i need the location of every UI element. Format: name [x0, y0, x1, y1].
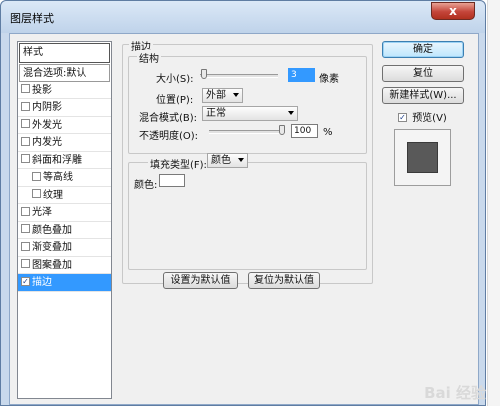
- checkmark-icon: ✓: [398, 112, 407, 122]
- position-label: 位置(P):: [156, 95, 194, 106]
- layer-style-dialog: 图层样式 x 样式 混合选项:默认投影内阴影外发光内发光斜面和浮雕等高线纹理光泽…: [0, 0, 486, 406]
- style-list-item-label: 投影: [32, 84, 52, 96]
- checkbox-icon[interactable]: [21, 119, 30, 128]
- position-value: 外部: [206, 90, 226, 101]
- style-list-item[interactable]: 投影: [18, 82, 111, 99]
- style-list-item-label: 图案叠加: [32, 259, 72, 271]
- style-list-item-label: 颜色叠加: [32, 224, 72, 236]
- chevron-down-icon: [288, 111, 294, 115]
- fill-type-select[interactable]: 颜色: [207, 153, 248, 168]
- chevron-down-icon: [238, 158, 244, 162]
- checkbox-checked-icon[interactable]: ✓: [21, 276, 30, 286]
- style-list-header[interactable]: 样式: [19, 43, 110, 63]
- style-list-item-label: 渐变叠加: [32, 242, 72, 253]
- color-label: 颜色:: [134, 180, 158, 191]
- color-swatch[interactable]: [159, 174, 185, 187]
- ok-button[interactable]: 确定: [382, 41, 464, 58]
- style-list-item[interactable]: 颜色叠加: [18, 222, 111, 239]
- new-style-button[interactable]: 新建样式(W)...: [382, 87, 464, 104]
- style-list-item-label: 外发光: [32, 119, 62, 131]
- style-list-item[interactable]: 混合选项:默认: [19, 64, 110, 82]
- dialog-body: 样式 混合选项:默认投影内阴影外发光内发光斜面和浮雕等高线纹理光泽颜色叠加渐变叠…: [9, 33, 479, 405]
- reset-label: 复位: [413, 68, 433, 79]
- preview-label: 预览(V): [412, 113, 447, 124]
- new-style-label: 新建样式(W)...: [389, 90, 457, 101]
- style-list-item[interactable]: ✓ 描边: [18, 274, 111, 292]
- style-list-item-label: 内阴影: [32, 102, 62, 113]
- checkbox-icon[interactable]: [21, 224, 30, 233]
- checkbox-icon[interactable]: [32, 189, 41, 198]
- blend-mode-value: 正常: [206, 108, 226, 119]
- blend-mode-label: 混合模式(B):: [139, 113, 198, 124]
- checkbox-icon[interactable]: [21, 101, 30, 111]
- size-label: 大小(S):: [156, 74, 194, 85]
- style-list-item-label: 混合选项:默认: [23, 68, 87, 79]
- opacity-value: 100: [294, 126, 312, 136]
- position-select[interactable]: 外部: [202, 88, 243, 103]
- structure-group-title: 结构: [137, 50, 161, 65]
- checkbox-icon[interactable]: [21, 136, 30, 146]
- size-input[interactable]: 3: [288, 68, 315, 82]
- size-value: 3: [291, 70, 297, 80]
- style-list-item-label: 斜面和浮雕: [32, 154, 82, 166]
- opacity-label: 不透明度(O):: [139, 131, 199, 142]
- style-list-item[interactable]: 渐变叠加: [18, 239, 111, 257]
- style-list-item[interactable]: 图案叠加: [18, 257, 111, 274]
- style-list-item[interactable]: 纹理: [18, 187, 111, 204]
- opacity-slider-track[interactable]: [209, 130, 285, 134]
- style-list-item-label: 光泽: [32, 207, 52, 218]
- style-list-item[interactable]: 斜面和浮雕: [18, 152, 111, 169]
- style-list-item-label: 内发光: [32, 137, 62, 148]
- style-list-item-label: 等高线: [43, 172, 73, 183]
- size-slider-thumb[interactable]: [201, 69, 207, 79]
- opacity-slider-thumb[interactable]: [279, 125, 285, 135]
- style-list-item-label: 纹理: [43, 189, 63, 201]
- stroke-group: 描边 结构 大小(S): 3 像素 位置(P): 外部 混合模式(B): 正常: [122, 38, 373, 284]
- checkbox-icon[interactable]: [21, 84, 30, 93]
- reset-default-button[interactable]: 复位为默认值: [248, 272, 320, 289]
- fill-type-label: 填充类型(F):: [148, 156, 209, 171]
- dialog-title: 图层样式: [10, 12, 54, 25]
- make-default-label: 设置为默认值: [170, 275, 231, 286]
- style-list-item-label: 描边: [32, 277, 52, 288]
- ok-label: 确定: [413, 44, 433, 55]
- style-list: 样式 混合选项:默认投影内阴影外发光内发光斜面和浮雕等高线纹理光泽颜色叠加渐变叠…: [17, 41, 112, 399]
- style-list-items: 混合选项:默认投影内阴影外发光内发光斜面和浮雕等高线纹理光泽颜色叠加渐变叠加图案…: [18, 64, 111, 292]
- chevron-down-icon: [233, 93, 239, 97]
- fill-type-value: 颜色: [211, 155, 231, 166]
- close-button[interactable]: x: [431, 2, 475, 20]
- preview-checkbox[interactable]: ✓ 预览(V): [398, 109, 447, 124]
- checkbox-icon[interactable]: [21, 206, 30, 216]
- style-list-item[interactable]: 光泽: [18, 204, 111, 222]
- background-edge: [487, 0, 500, 406]
- opacity-input[interactable]: 100: [291, 124, 318, 138]
- style-list-item[interactable]: 外发光: [18, 117, 111, 134]
- size-slider-track[interactable]: [200, 74, 278, 78]
- structure-group: 结构 大小(S): 3 像素 位置(P): 外部 混合模式(B): 正常 不透明…: [128, 50, 367, 154]
- fill-group: 填充类型(F): 颜色 颜色:: [128, 153, 367, 270]
- checkbox-icon[interactable]: [21, 241, 30, 251]
- close-icon: x: [449, 4, 457, 18]
- reset-default-label: 复位为默认值: [254, 275, 314, 286]
- style-preview: [394, 129, 451, 186]
- reset-button[interactable]: 复位: [382, 65, 464, 82]
- style-list-item[interactable]: 等高线: [18, 169, 111, 187]
- title-bar[interactable]: 图层样式 x: [1, 1, 485, 33]
- checkbox-icon[interactable]: [32, 171, 41, 181]
- blend-mode-select[interactable]: 正常: [202, 106, 298, 121]
- preview-swatch: [407, 142, 438, 173]
- make-default-button[interactable]: 设置为默认值: [163, 272, 238, 289]
- watermark-logo: Bai 经验: [424, 384, 486, 402]
- checkbox-icon[interactable]: [21, 259, 30, 268]
- opacity-unit: %: [323, 127, 333, 138]
- style-list-item[interactable]: 内发光: [18, 134, 111, 152]
- size-unit: 像素: [319, 74, 339, 85]
- checkbox-icon[interactable]: [21, 154, 30, 163]
- style-list-item[interactable]: 内阴影: [18, 99, 111, 117]
